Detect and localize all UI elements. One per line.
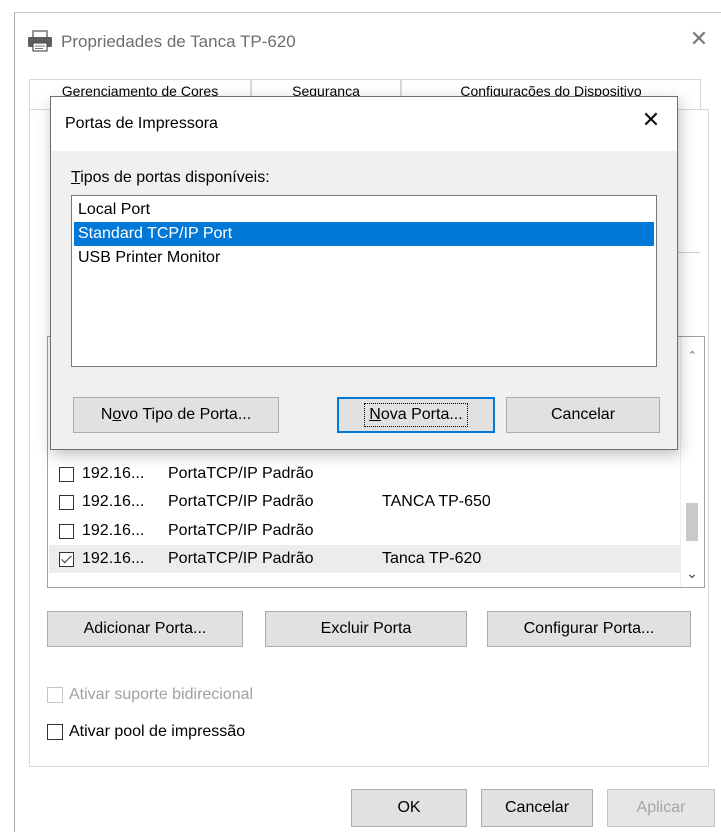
port-description: PortaTCP/IP Padrão	[168, 522, 314, 539]
port-printer: Tanca TP-620	[382, 550, 482, 567]
port-description: PortaTCP/IP Padrão	[168, 550, 314, 567]
bidirectional-option: Ativar suporte bidirecional	[47, 686, 253, 704]
port-type-standard-tcpip[interactable]: Standard TCP/IP Port	[74, 222, 654, 246]
close-icon[interactable]: ✕	[687, 27, 711, 51]
mnemonic: o	[112, 406, 122, 423]
title-bar: Propriedades de Tanca TP-620 ✕	[15, 13, 721, 65]
dialog-title: Portas de Impressora	[65, 115, 218, 132]
port-printer: TANCA TP-650	[382, 493, 491, 510]
port-name: 192.16...	[82, 550, 145, 567]
dialog-cancel-button[interactable]: Cancelar	[506, 397, 660, 433]
scroll-thumb[interactable]	[686, 503, 698, 541]
port-type-local[interactable]: Local Port	[74, 198, 654, 222]
port-type-usb-monitor[interactable]: USB Printer Monitor	[74, 246, 654, 270]
label-part: vo Tipo de Porta...	[121, 406, 252, 423]
label-part: ova Porta...	[380, 406, 463, 423]
window-title: Propriedades de Tanca TP-620	[61, 32, 296, 51]
printer-ports-dialog: Portas de Impressora ✕ Tipos de portas d…	[50, 96, 678, 450]
port-row[interactable]: 192.16... PortaTCP/IP Padrão TANCA TP-65…	[49, 488, 681, 516]
dialog-title-bar: Portas de Impressora ✕	[51, 97, 677, 151]
port-checkbox-checked[interactable]	[59, 551, 74, 567]
apply-button[interactable]: Aplicar	[607, 789, 715, 827]
port-row[interactable]: 192.16... PortaTCP/IP Padrão	[49, 460, 681, 488]
mnemonic: N	[369, 406, 381, 423]
new-port-type-button[interactable]: Novo Tipo de Porta...	[73, 397, 279, 433]
bidirectional-label: Ativar suporte bidirecional	[69, 686, 254, 703]
port-row-selected[interactable]: 192.16... PortaTCP/IP Padrão Tanca TP-62…	[49, 545, 681, 573]
new-port-label: Nova Porta...	[364, 403, 468, 427]
ok-button[interactable]: OK	[351, 789, 467, 827]
add-port-button[interactable]: Adicionar Porta...	[47, 611, 243, 647]
close-icon[interactable]: ✕	[639, 108, 663, 132]
port-checkbox[interactable]	[59, 494, 74, 510]
cancel-button[interactable]: Cancelar	[481, 789, 593, 827]
port-name: 192.16...	[82, 465, 145, 482]
port-types-list[interactable]: Local Port Standard TCP/IP Port USB Prin…	[71, 195, 657, 367]
new-port-type-label: Novo Tipo de Porta...	[101, 406, 251, 424]
chevron-down-icon[interactable]: ⌄	[686, 565, 698, 582]
new-port-button[interactable]: Nova Porta...	[337, 397, 495, 433]
port-types-label-text: ipos de portas disponíveis:	[80, 169, 270, 186]
pool-option[interactable]: Ativar pool de impressão	[47, 723, 245, 741]
port-name: 192.16...	[82, 522, 145, 539]
configure-port-button[interactable]: Configurar Porta...	[487, 611, 691, 647]
printer-icon	[28, 30, 52, 52]
pool-checkbox[interactable]	[47, 724, 63, 740]
vertical-scrollbar[interactable]: ⌃ ⌄	[680, 337, 704, 587]
delete-port-button[interactable]: Excluir Porta	[265, 611, 467, 647]
bidirectional-checkbox	[47, 687, 63, 703]
port-checkbox[interactable]	[59, 466, 74, 482]
port-checkbox[interactable]	[59, 523, 74, 539]
chevron-up-icon[interactable]: ⌃	[688, 349, 697, 362]
mnemonic: T	[71, 169, 81, 186]
label-part: N	[100, 406, 113, 423]
port-description: PortaTCP/IP Padrão	[168, 493, 314, 510]
port-name: 192.16...	[82, 493, 145, 510]
port-types-label: Tipos de portas disponíveis:	[71, 169, 270, 187]
port-description: PortaTCP/IP Padrão	[168, 465, 314, 482]
pool-label: Ativar pool de impressão	[69, 723, 246, 740]
port-row[interactable]: 192.16... PortaTCP/IP Padrão	[49, 517, 681, 545]
